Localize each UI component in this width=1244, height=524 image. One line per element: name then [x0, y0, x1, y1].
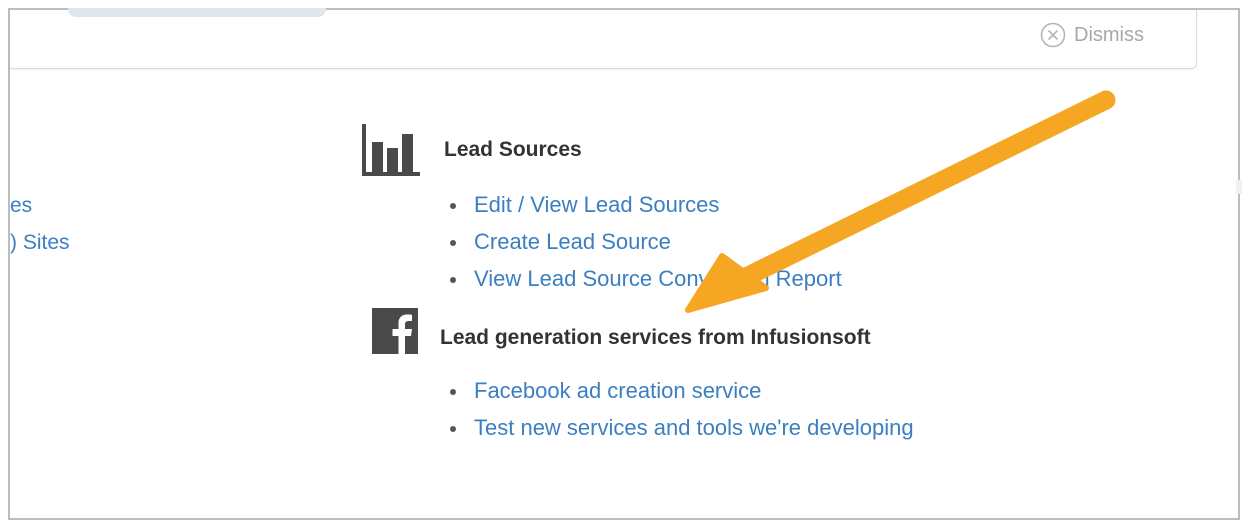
dismiss-button[interactable]: Dismiss [1040, 20, 1144, 50]
bar-chart-icon [362, 124, 420, 176]
notification-banner: Dismiss [10, 8, 1197, 69]
edge-shadow [1236, 180, 1242, 194]
lead-generation-title: Lead generation services from Infusionso… [440, 326, 871, 349]
facebook-ad-creation-link[interactable]: Facebook ad creation service [474, 378, 761, 403]
left-partial-link-1[interactable]: es [10, 194, 32, 218]
list-item: Create Lead Source [446, 227, 842, 264]
lead-sources-link-list: Edit / View Lead Sources Create Lead Sou… [446, 190, 842, 301]
content-frame: Dismiss es ) Sites Lead Sources Edit / V… [8, 8, 1242, 520]
dismiss-label: Dismiss [1074, 23, 1144, 46]
left-partial-link-2[interactable]: ) Sites [10, 231, 70, 255]
test-new-services-link[interactable]: Test new services and tools we're develo… [474, 415, 914, 440]
lead-source-conversion-report-link[interactable]: View Lead Source Conversion Report [474, 266, 842, 291]
create-lead-source-link[interactable]: Create Lead Source [474, 229, 671, 254]
list-item: View Lead Source Conversion Report [446, 264, 842, 301]
banner-tab [68, 8, 326, 17]
list-item: Test new services and tools we're develo… [446, 413, 914, 450]
lead-sources-title: Lead Sources [444, 138, 582, 161]
list-item: Facebook ad creation service [446, 376, 914, 413]
close-circle-icon [1040, 22, 1066, 48]
lead-generation-link-list: Facebook ad creation service Test new se… [446, 376, 914, 450]
list-item: Edit / View Lead Sources [446, 190, 842, 227]
edit-view-lead-sources-link[interactable]: Edit / View Lead Sources [474, 192, 719, 217]
facebook-icon [372, 308, 418, 354]
